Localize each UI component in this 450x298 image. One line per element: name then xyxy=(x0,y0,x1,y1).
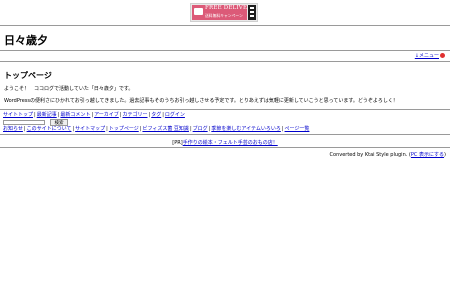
pr-link[interactable]: 手作りの絵本・フェルト手芸のおもの店！ xyxy=(183,140,278,146)
divider xyxy=(0,109,450,110)
nav-link-bifidus[interactable]: ビフィズス菌 豆知識 xyxy=(142,126,189,132)
nav-link-seasonal-items[interactable]: 季節を楽しむアイテムいろいろ xyxy=(211,126,281,132)
nav-link-category[interactable]: カテゴリー xyxy=(123,112,148,118)
nav-link-tag[interactable]: タグ xyxy=(151,112,161,118)
nav-link-page-list[interactable]: ページ一覧 xyxy=(285,126,310,132)
divider xyxy=(0,134,450,135)
nav-link-about[interactable]: このサイトについて xyxy=(27,126,72,132)
page-heading: トップページ xyxy=(4,71,52,80)
site-title: 日々歳夕 xyxy=(4,34,48,47)
divider xyxy=(0,50,450,51)
nav-link-latest-posts[interactable]: 最新記事 xyxy=(37,112,57,118)
banner-side-strip xyxy=(248,5,256,20)
menu-link[interactable]: ↓メニュー xyxy=(415,52,445,59)
nav-link-archive[interactable]: アーカイブ xyxy=(94,112,119,118)
nav-link-login[interactable]: ログイン xyxy=(165,112,185,118)
nav-link-site-top[interactable]: サイトトップ xyxy=(3,112,33,118)
nav-primary: サイトトップ|最新記事|最新コメント|アーカイブ|カテゴリー|タグ|ログイン xyxy=(3,112,185,118)
pr-prefix: [PR] xyxy=(172,140,183,146)
promo-banner[interactable]: FREE DELIVERY 送料無料キャンペーン xyxy=(190,3,258,22)
menu-link-label[interactable]: ↓メニュー xyxy=(415,53,439,59)
nav-link-sitemap[interactable]: サイトマップ xyxy=(75,126,105,132)
divider xyxy=(0,61,450,62)
intro-paragraph: ようこそ！ ココログで活動していた「日々歳夕」です。 xyxy=(4,86,134,92)
nav-link-news[interactable]: お知らせ xyxy=(3,126,23,132)
nav-link-top-page[interactable]: トップページ xyxy=(109,126,139,132)
divider xyxy=(0,147,450,148)
footer-credit: Converted by Ktai Style plugin. xyxy=(329,152,408,158)
intro-paragraph: WordPressの便利さにひかれてお引っ越してきました。過去記事もそのうちお引… xyxy=(4,98,398,104)
menu-dot-icon xyxy=(440,53,445,58)
pr-line: [PR]手作りの絵本・フェルト手芸のおもの店！ xyxy=(0,139,450,146)
footer: Converted by Ktai Style plugin. (PC 表示にす… xyxy=(329,152,446,158)
nav-link-latest-comments[interactable]: 最新コメント xyxy=(60,112,90,118)
nav-pages: お知らせ|このサイトについて|サイトマップ|トップページ|ビフィズス菌 豆知識|… xyxy=(3,126,310,132)
banner-subtitle: 送料無料キャンペーン xyxy=(205,13,243,18)
truck-icon xyxy=(194,8,203,15)
divider xyxy=(0,25,450,26)
pc-view-link[interactable]: PC 表示にする xyxy=(411,152,444,158)
nav-link-blog[interactable]: ブログ xyxy=(193,126,208,132)
